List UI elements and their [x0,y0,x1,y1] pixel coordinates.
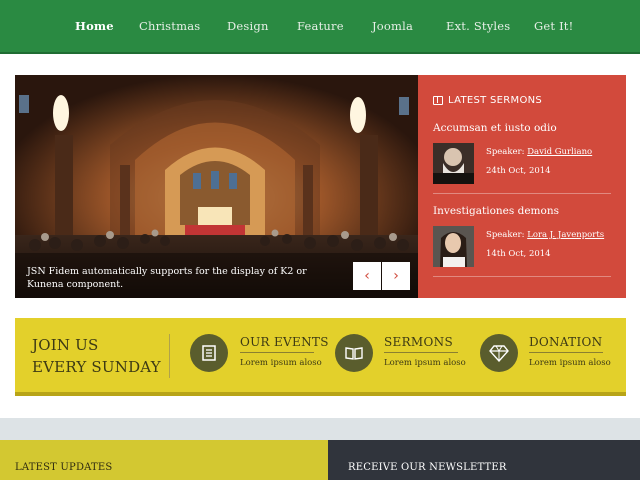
feature-underline [384,352,458,353]
nav-item-ext-styles[interactable]: Ext. Styles [446,19,510,33]
sermon-date: 24th Oct, 2014 [486,166,551,176]
sermon-title[interactable]: Accumsan et iusto odio [433,122,557,134]
sermons-feature-icon[interactable] [335,334,373,372]
latest-sermons-panel: LATEST SERMONS Accumsan et iusto odio Sp… [418,75,626,298]
slider-next-button[interactable]: › [382,262,410,290]
sermons-feature-title[interactable]: SERMONS [384,335,453,349]
feature-underline [529,352,603,353]
donation-feature-icon[interactable] [480,334,518,372]
join-us-heading: JOIN US EVERY SUNDAY [32,334,161,378]
nav-item-design[interactable]: Design [227,19,269,33]
join-line-2: EVERY SUNDAY [32,358,161,376]
divider [433,276,611,277]
divider [433,193,611,194]
slider-prev-button[interactable]: ‹ [353,262,381,290]
list-icon [202,345,216,361]
diamond-icon [489,345,509,362]
events-feature-icon[interactable] [190,334,228,372]
book-icon [345,347,363,360]
nav-item-feature[interactable]: Feature [297,19,344,33]
chevron-left-icon: ‹ [364,268,370,284]
nav-item-joomla[interactable]: Joomla [372,19,413,33]
nav-item-home[interactable]: Home [75,19,114,33]
sermons-heading-label: LATEST SERMONS [448,95,543,106]
sermon-title[interactable]: Investigationes demons [433,205,559,217]
speaker-prefix: Speaker: [486,230,525,240]
nav-item-christmas[interactable]: Christmas [139,19,200,33]
feature-underline [240,352,314,353]
speaker-prefix: Speaker: [486,147,525,157]
speaker-portrait-image [433,226,474,267]
sermons-feature-text: Lorem ipsum aloso [384,358,466,368]
band-divider [169,334,170,378]
sermons-heading: LATEST SERMONS [433,95,542,106]
donation-feature-title[interactable]: DONATION [529,335,602,349]
main-navigation: Home Christmas Design Feature Joomla Ext… [0,0,640,54]
join-line-1: JOIN US [32,336,99,354]
sermon-speaker: Speaker: Lora J. Javenports [486,230,604,240]
speaker-link[interactable]: David Gurliano [527,147,592,157]
sermon-speaker: Speaker: David Gurliano [486,147,592,157]
chevron-right-icon: › [393,268,399,284]
latest-updates-title: LATEST UPDATES [15,462,113,473]
decorative-stripe [0,418,640,440]
nav-item-get-it[interactable]: Get It! [534,19,573,33]
book-icon [433,96,443,105]
latest-updates-section: LATEST UPDATES [0,440,328,480]
events-feature-text: Lorem ipsum aloso [240,358,322,368]
join-us-band: JOIN US EVERY SUNDAY OUR EVENTS Lorem ip… [15,318,626,396]
events-feature-title[interactable]: OUR EVENTS [240,335,329,349]
speaker-photo [433,143,474,184]
hero-caption: JSN Fidem automatically supports for the… [27,266,307,290]
sermon-date: 14th Oct, 2014 [486,249,551,259]
newsletter-title: RECEIVE OUR NEWSLETTER [348,462,507,473]
speaker-link[interactable]: Lora J. Javenports [527,230,604,240]
speaker-portrait-image [433,143,474,184]
newsletter-section: RECEIVE OUR NEWSLETTER [328,440,640,480]
donation-feature-text: Lorem ipsum aloso [529,358,611,368]
speaker-photo [433,226,474,267]
